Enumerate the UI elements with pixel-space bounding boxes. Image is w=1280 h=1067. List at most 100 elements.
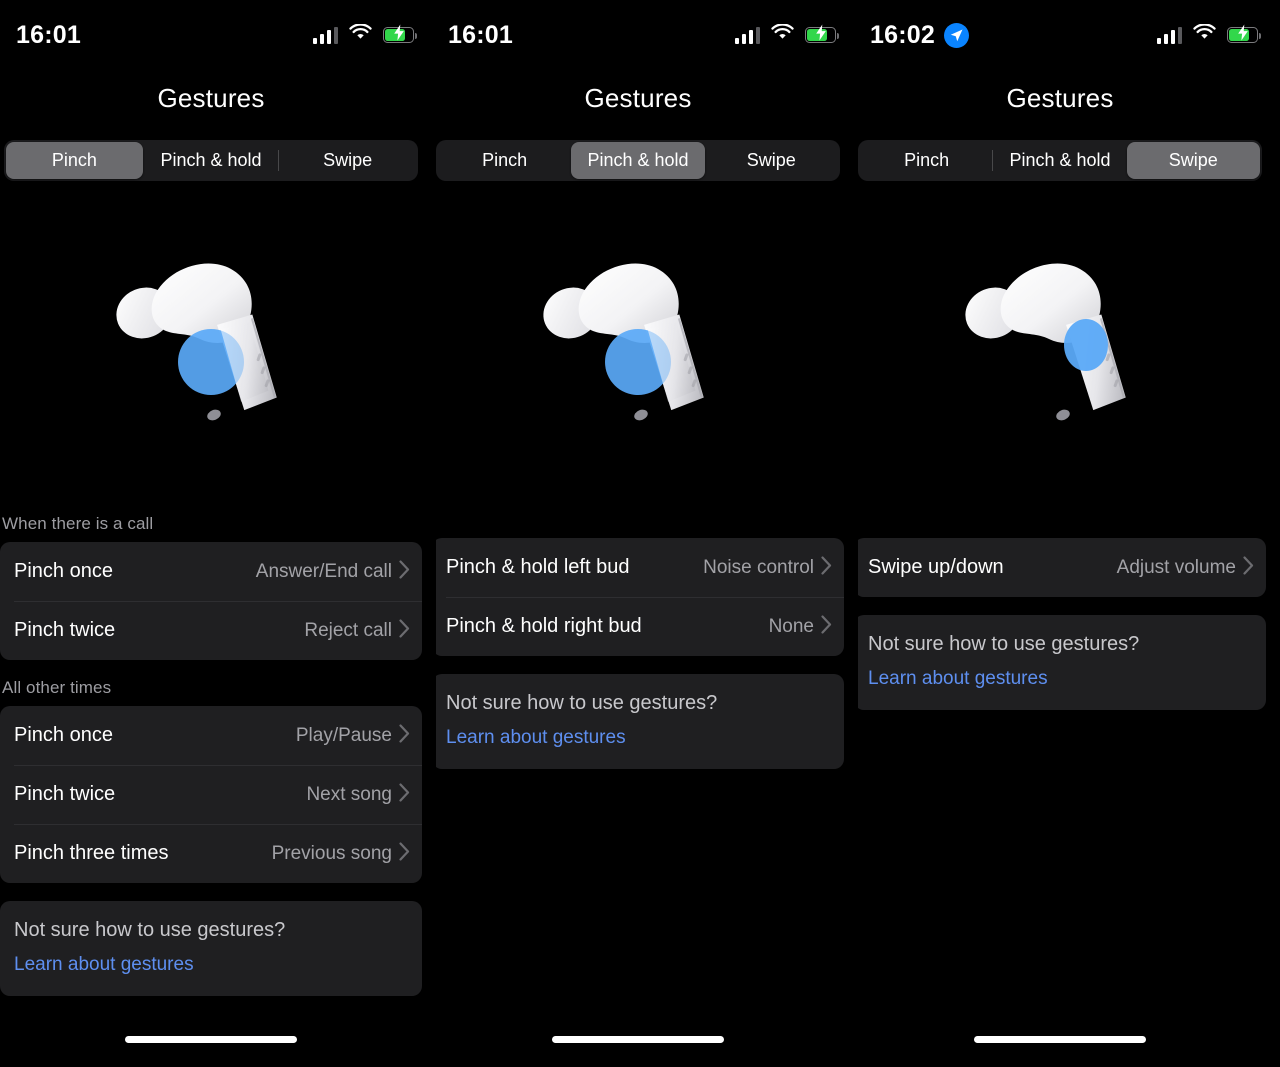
segment-label: Pinch & hold [587,150,688,171]
status-bar-left: 16:02 [870,21,969,50]
table-row[interactable]: Swipe up/down Adjust volume [858,538,1266,597]
status-bar-right [735,24,837,46]
chevron-right-icon [399,724,410,748]
status-time: 16:01 [448,21,513,50]
segment-label: Pinch & hold [160,150,261,171]
segment-swipe[interactable]: Swipe [705,142,838,179]
battery-charging-icon [383,27,414,43]
row-label: Pinch twice [14,783,115,806]
gesture-segmented-control[interactable]: Pinch Pinch & hold Swipe [858,140,1262,181]
segment-label: Swipe [747,150,796,171]
settings-card-other: Pinch once Play/Pause Pinch twice Next s… [0,706,422,883]
segment-pinch-hold[interactable]: Pinch & hold [143,142,280,179]
row-right: None [769,615,832,639]
learn-about-gestures-link[interactable]: Learn about gestures [868,668,1252,690]
phone-screen-pinch-hold: 16:01 [436,0,858,1067]
cellular-signal-icon [313,27,339,44]
help-title: Not sure how to use gestures? [868,633,1252,656]
gesture-settings-list: When there is a call Pinch once Answer/E… [0,508,422,996]
row-right: Noise control [703,556,832,580]
chevron-right-icon [399,783,410,807]
chevron-right-icon [821,556,832,580]
help-title: Not sure how to use gestures? [14,919,408,942]
row-label: Pinch once [14,560,113,583]
row-right: Previous song [272,842,410,866]
navigation-bar: Gestures [0,72,436,124]
segment-label: Pinch [904,150,949,171]
home-indicator[interactable] [974,1036,1146,1043]
earbud-swipe-illustration [945,235,1175,465]
wifi-icon [771,24,794,46]
cellular-signal-icon [735,27,761,44]
row-value: Answer/End call [256,561,392,583]
screenshot-board: 16:01 [0,0,1280,1067]
status-bar-right [1157,24,1259,46]
navigation-bar: Gestures [436,72,858,124]
help-card: Not sure how to use gestures? Learn abou… [0,901,422,996]
segment-pinch-hold[interactable]: Pinch & hold [571,142,704,179]
earbud-pinch-hold-illustration [523,235,753,465]
home-indicator[interactable] [125,1036,297,1043]
chevron-right-icon [399,560,410,584]
device-viewport-2: 16:01 [436,0,858,1067]
row-label: Pinch once [14,724,113,747]
table-row[interactable]: Pinch & hold left bud Noise control [436,538,844,597]
wifi-icon [1193,24,1216,46]
row-value: None [769,616,814,638]
segment-pinch-hold[interactable]: Pinch & hold [993,142,1126,179]
segment-label: Swipe [1169,150,1218,171]
table-row[interactable]: Pinch once Answer/End call [0,542,422,601]
chevron-right-icon [1243,556,1254,580]
gesture-settings-list: Pinch & hold left bud Noise control Pinc… [436,538,844,769]
segment-pinch[interactable]: Pinch [6,142,143,179]
segment-pinch[interactable]: Pinch [860,142,993,179]
status-bar-right [313,24,415,46]
phone-screen-pinch: 16:01 [0,0,436,1067]
gesture-settings-list: Swipe up/down Adjust volume Not sure how… [858,538,1266,710]
chevron-right-icon [399,619,410,643]
settings-card-swipe: Swipe up/down Adjust volume [858,538,1266,597]
status-bar-left: 16:01 [448,21,513,50]
row-value: Noise control [703,557,814,579]
section-header-other: All other times [0,672,422,706]
status-bar: 16:01 [436,0,858,70]
row-value: Adjust volume [1117,557,1236,579]
earbud-illustration-area [0,205,436,495]
table-row[interactable]: Pinch three times Previous song [0,824,422,883]
learn-about-gestures-link[interactable]: Learn about gestures [446,727,830,749]
location-arrow-icon [944,23,969,48]
chevron-right-icon [821,615,832,639]
status-bar-left: 16:01 [16,21,81,50]
earbud-illustration-area [858,205,1280,495]
home-indicator[interactable] [552,1036,724,1043]
status-bar: 16:02 [858,0,1280,70]
row-value: Previous song [272,843,392,865]
page-title: Gestures [157,83,264,114]
settings-card-pinch-hold: Pinch & hold left bud Noise control Pinc… [436,538,844,656]
segment-swipe[interactable]: Swipe [1127,142,1260,179]
row-value: Play/Pause [296,725,392,747]
table-row[interactable]: Pinch once Play/Pause [0,706,422,765]
row-right: Adjust volume [1117,556,1254,580]
gesture-segmented-control[interactable]: Pinch Pinch & hold Swipe [436,140,840,181]
table-row[interactable]: Pinch & hold right bud None [436,597,844,656]
gesture-segmented-control[interactable]: Pinch Pinch & hold Swipe [4,140,418,181]
status-bar: 16:01 [0,0,436,70]
status-time: 16:01 [16,21,81,50]
row-label: Pinch twice [14,619,115,642]
row-right: Answer/End call [256,560,410,584]
segment-label: Swipe [323,150,372,171]
settings-card-call: Pinch once Answer/End call Pinch twice R… [0,542,422,660]
section-header-call: When there is a call [0,508,422,542]
segment-swipe[interactable]: Swipe [279,142,416,179]
row-label: Pinch & hold left bud [446,556,629,579]
cellular-signal-icon [1157,27,1183,44]
battery-charging-icon [1227,27,1258,43]
row-value: Reject call [304,620,392,642]
learn-about-gestures-link[interactable]: Learn about gestures [14,954,408,976]
segment-pinch[interactable]: Pinch [438,142,571,179]
wifi-icon [349,24,372,46]
segment-label: Pinch [482,150,527,171]
table-row[interactable]: Pinch twice Next song [0,765,422,824]
table-row[interactable]: Pinch twice Reject call [0,601,422,660]
